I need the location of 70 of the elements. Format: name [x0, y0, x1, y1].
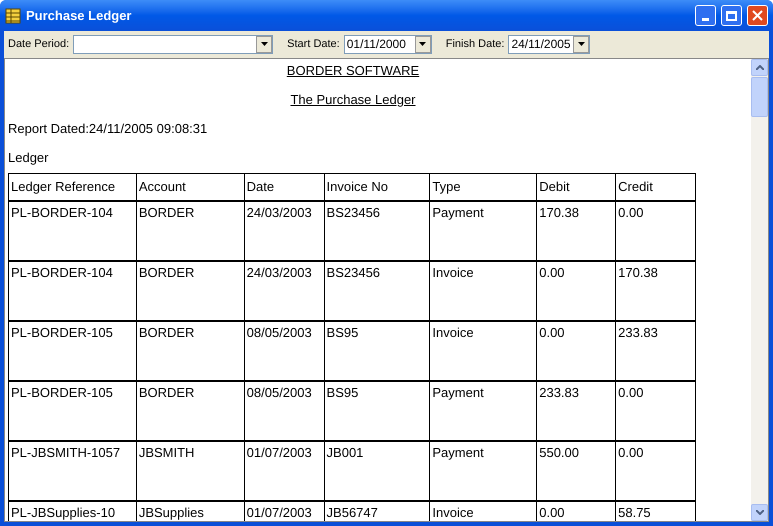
table-cell: JB56747	[326, 505, 378, 520]
table-cell: PL-JBSupplies-10	[11, 505, 116, 520]
table-cell: BS95	[326, 385, 358, 400]
date-dropdown[interactable]: 01/11/2000	[344, 34, 432, 54]
ledger-icon	[5, 8, 21, 24]
table-cell: 233.83	[618, 325, 658, 340]
report-date: Report Dated:24/11/2005 09:08:31	[8, 120, 208, 138]
column-header: Type	[429, 174, 536, 200]
table-cell: 233.83	[539, 385, 579, 400]
section-heading: Ledger	[8, 149, 50, 167]
column-header: Date	[244, 174, 324, 200]
table-cell: BS95	[326, 325, 358, 340]
table-cell: PL-BORDER-104	[11, 265, 113, 280]
table-cell: Payment	[432, 385, 484, 400]
table-cell: Invoice	[432, 325, 474, 340]
minimize-button[interactable]	[695, 5, 716, 26]
table-cell: JB001	[326, 445, 364, 460]
table-cell: 0.00	[539, 325, 565, 340]
close-button[interactable]	[747, 5, 768, 26]
table-cell: 58.75	[618, 505, 651, 520]
table-cell: 0.00	[618, 445, 644, 460]
column-header: Account	[136, 174, 244, 200]
table-cell: 08/05/2003	[246, 325, 312, 340]
table-cell: BS23456	[326, 265, 380, 280]
table-cell: JBSupplies	[138, 505, 204, 520]
column-header: Ledger Reference	[10, 178, 116, 196]
table-cell: BS23456	[326, 205, 380, 220]
table-cell: 08/05/2003	[246, 385, 312, 400]
table-cell: PL-BORDER-105	[11, 385, 113, 400]
table-cell: PL-BORDER-105	[11, 325, 113, 340]
report-title: The Purchase Ledger	[290, 91, 416, 109]
maximize-button[interactable]	[721, 5, 742, 26]
column-header: Debit	[536, 174, 616, 200]
column-header: Credit	[615, 174, 696, 200]
table-cell: 0.00	[618, 385, 644, 400]
table-cell: 0.00	[539, 505, 565, 520]
table-cell: PL-BORDER-104	[11, 205, 113, 220]
table-cell: 170.38	[618, 265, 658, 280]
company-name: BORDER SOFTWARE	[286, 62, 420, 80]
table-cell: BORDER	[138, 205, 194, 220]
column-header: Invoice No	[324, 174, 430, 200]
table-cell: 170.38	[539, 205, 579, 220]
table-cell: 24/03/2003	[246, 265, 312, 280]
scroll-up-button[interactable]	[751, 59, 768, 76]
vertical-scrollbar[interactable]	[751, 59, 768, 521]
table-cell: JBSMITH	[138, 445, 194, 460]
chevron-up-icon	[756, 65, 764, 70]
chevron-down-icon	[756, 510, 764, 515]
scroll-down-button[interactable]	[751, 504, 768, 521]
table-cell: 0.00	[539, 265, 565, 280]
table-cell: 550.00	[539, 445, 579, 460]
table-cell: BORDER	[138, 325, 194, 340]
date-dropdown[interactable]: 24/11/2005	[508, 34, 590, 54]
field-label: Date Period:	[8, 36, 70, 52]
table-cell: 01/07/2003	[246, 445, 312, 460]
table-cell: BORDER	[138, 265, 194, 280]
table-cell: 01/07/2003	[246, 505, 312, 520]
table-cell: Payment	[432, 445, 484, 460]
table-cell: 24/03/2003	[246, 205, 312, 220]
table-cell: Invoice	[432, 265, 474, 280]
table-cell: PL-JBSMITH-1057	[11, 445, 120, 460]
field-label: Finish Date:	[446, 36, 504, 52]
window-title: Purchase Ledger	[26, 6, 132, 25]
table-cell: Payment	[432, 205, 484, 220]
table-cell: Invoice	[432, 505, 474, 520]
close-icon	[752, 10, 763, 21]
field-label: Start Date:	[287, 36, 340, 52]
table-cell: 0.00	[618, 205, 644, 220]
scroll-thumb[interactable]	[751, 77, 768, 117]
table-cell: BORDER	[138, 385, 194, 400]
